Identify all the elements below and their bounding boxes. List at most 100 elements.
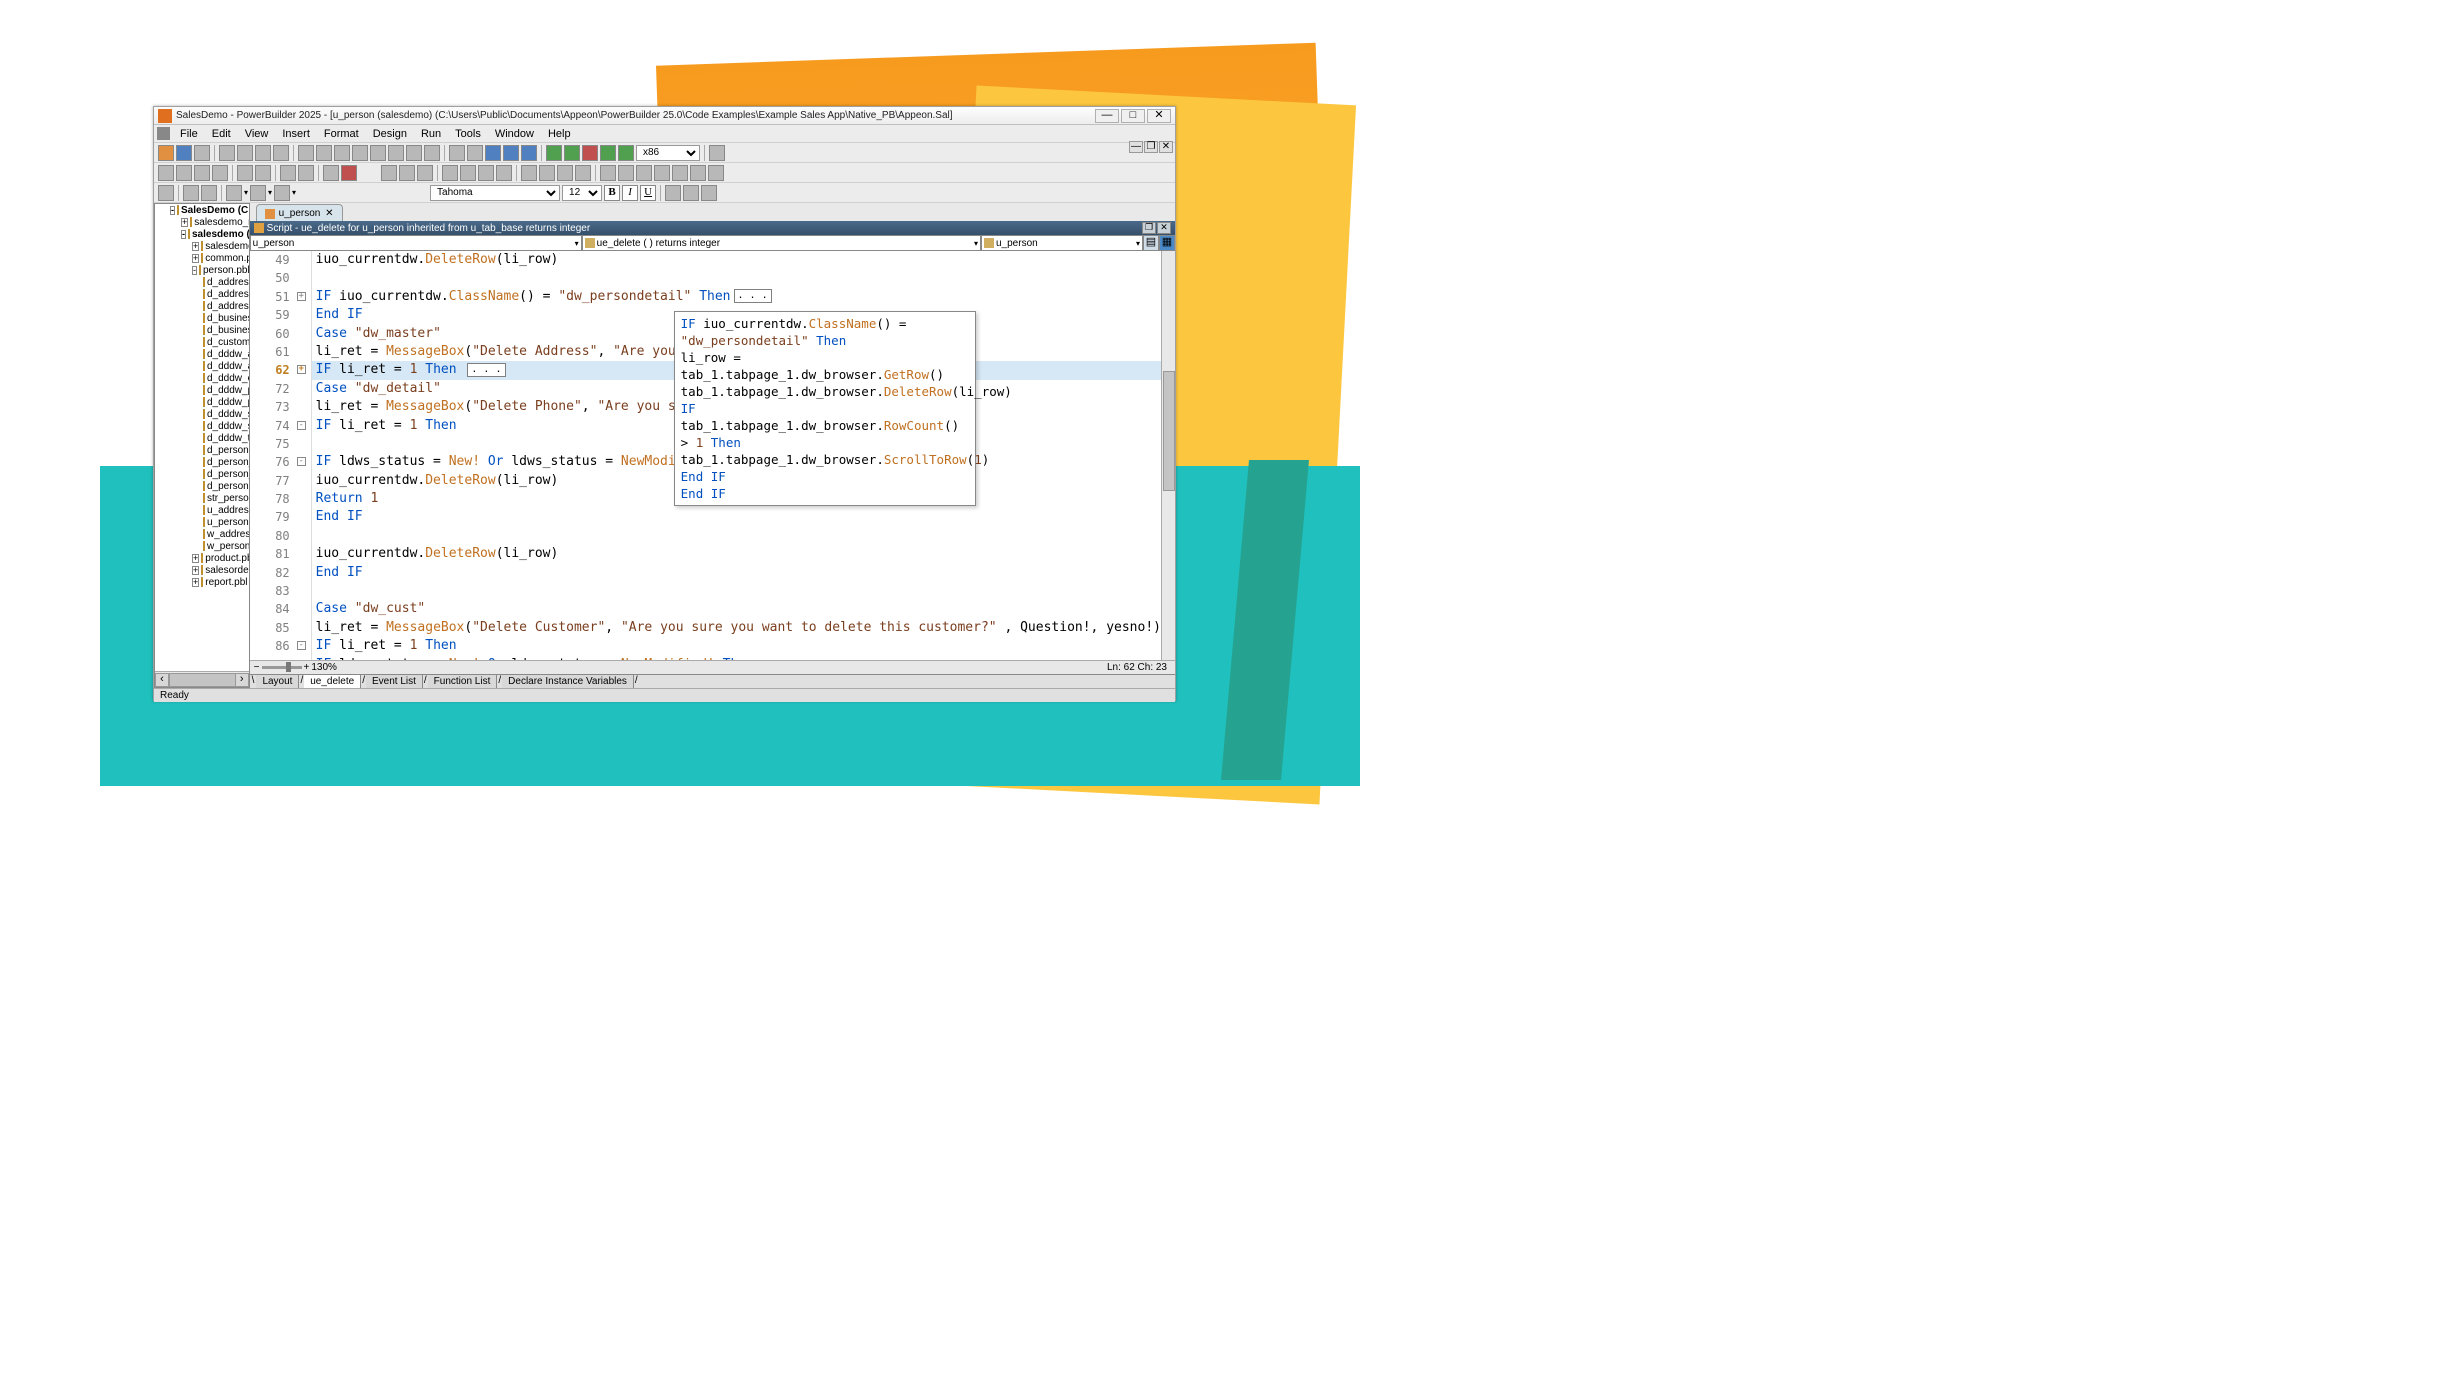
tool-button[interactable] (424, 145, 440, 161)
vscroll-thumb[interactable] (1163, 371, 1175, 491)
tool-button[interactable] (539, 165, 555, 181)
tree-item[interactable]: d_person_list (155, 468, 249, 480)
fold-icon[interactable]: - (297, 641, 306, 650)
tree-item[interactable]: +common.pbl (C:\Users\Public\Documents\A… (155, 252, 249, 264)
tree-item[interactable]: d_dddw_persontype (155, 384, 249, 396)
tool-button[interactable] (255, 145, 271, 161)
fold-icon[interactable]: - (297, 421, 306, 430)
expand-icon[interactable]: - (192, 266, 197, 275)
menu-tools[interactable]: Tools (448, 127, 488, 141)
tool-button[interactable] (381, 165, 397, 181)
debug-button[interactable] (618, 145, 634, 161)
redo-button[interactable] (255, 165, 271, 181)
tool-button[interactable] (176, 165, 192, 181)
tree-item[interactable]: d_businessentity (155, 312, 249, 324)
menu-design[interactable]: Design (366, 127, 414, 141)
undo-button[interactable] (237, 165, 253, 181)
tree-item[interactable]: d_dddw_store (155, 420, 249, 432)
tool-button[interactable] (636, 165, 652, 181)
restore-button[interactable]: ❐ (1142, 222, 1156, 234)
object-combo[interactable]: u_person ▾ (250, 235, 582, 251)
tree-item[interactable]: d_dddw_email (155, 372, 249, 384)
scroll-right-icon[interactable]: › (235, 673, 249, 687)
tool-button[interactable] (158, 185, 174, 201)
child-close-button[interactable]: ✕ (1159, 141, 1173, 153)
tool-button[interactable] (709, 145, 725, 161)
code-line[interactable]: IF li_ret = 1 Then (312, 637, 1161, 655)
tool-button[interactable] (406, 145, 422, 161)
tool-button[interactable] (250, 185, 266, 201)
expand-icon[interactable]: - (181, 230, 186, 239)
code-line[interactable]: iuo_currentdw.DeleteRow(li_row) (312, 251, 1161, 269)
zoom-out-icon[interactable]: − (254, 662, 260, 673)
zoom-slider[interactable] (262, 666, 302, 669)
tool-button[interactable] (417, 165, 433, 181)
font-name-select[interactable]: Tahoma (430, 185, 560, 201)
tool-button[interactable] (557, 165, 573, 181)
menu-edit[interactable]: Edit (205, 127, 238, 141)
expand-icon[interactable]: + (192, 566, 199, 575)
run-button[interactable] (600, 145, 616, 161)
tree-item[interactable]: d_personphone (155, 480, 249, 492)
tree-item[interactable]: d_address (155, 276, 249, 288)
tool-button[interactable] (618, 165, 634, 181)
tree-item[interactable]: w_person (155, 540, 249, 552)
tool-button[interactable] (237, 145, 253, 161)
fold-icon[interactable]: + (297, 292, 306, 301)
tool-button[interactable] (521, 165, 537, 181)
italic-button[interactable]: I (622, 185, 638, 201)
tree-item[interactable]: d_dddw_territory (155, 432, 249, 444)
tool-button[interactable] (226, 185, 242, 201)
tool-button[interactable] (654, 165, 670, 181)
scroll-left-icon[interactable]: ‹ (155, 673, 169, 687)
tree-item[interactable]: +salesorder.pbl (C:\Users\Public\Documen… (155, 564, 249, 576)
tool-button[interactable] (298, 165, 314, 181)
tool-button[interactable] (503, 145, 519, 161)
tool-button[interactable] (274, 185, 290, 201)
code-line[interactable]: IF iuo_currentdw.ClassName() = "dw_perso… (312, 288, 1161, 306)
code-line[interactable] (312, 582, 1161, 600)
code-line[interactable]: iuo_currentdw.DeleteRow(li_row) (312, 545, 1161, 563)
tool-button[interactable] (334, 145, 350, 161)
tool-button[interactable] (672, 165, 688, 181)
bottom-tab-ue_delete[interactable]: ue_delete (304, 675, 361, 688)
tree-item[interactable]: u_address (155, 504, 249, 516)
menu-insert[interactable]: Insert (275, 127, 317, 141)
fold-ellipsis[interactable]: . . . (467, 363, 505, 377)
tree-item[interactable]: d_customer (155, 336, 249, 348)
bottom-tab-layout[interactable]: Layout (256, 675, 299, 688)
maximize-button[interactable]: □ (1121, 109, 1145, 123)
event-combo[interactable]: ue_delete ( ) returns integer ▾ (582, 235, 981, 251)
tool-button[interactable] (478, 165, 494, 181)
code-line[interactable] (312, 269, 1161, 287)
code-line[interactable]: End IF (312, 508, 1161, 526)
child-restore-button[interactable]: ❐ (1144, 141, 1158, 153)
fold-icon[interactable]: - (297, 457, 306, 466)
hscroll-thumb[interactable] (169, 673, 239, 687)
menu-window[interactable]: Window (488, 127, 541, 141)
code-line[interactable]: End IF (312, 564, 1161, 582)
tree-item[interactable]: d_dddw_phonenumbertype (155, 396, 249, 408)
open-button[interactable] (176, 145, 192, 161)
tool-button[interactable] (183, 185, 199, 201)
tool-button[interactable] (690, 165, 706, 181)
underline-button[interactable]: U (640, 185, 656, 201)
tab-u-person[interactable]: u_person ✕ (256, 204, 344, 221)
tool-button[interactable] (496, 165, 512, 181)
fold-ellipsis[interactable]: . . . (734, 289, 772, 303)
system-menu-icon[interactable] (157, 127, 170, 140)
tool-button[interactable] (158, 165, 174, 181)
tree-item[interactable]: d_person_filter (155, 456, 249, 468)
menu-view[interactable]: View (238, 127, 276, 141)
tool-button[interactable] (201, 185, 217, 201)
tool-button[interactable] (323, 165, 339, 181)
tool-button[interactable] (575, 165, 591, 181)
align-left-button[interactable] (665, 185, 681, 201)
tree-item[interactable]: u_person (155, 516, 249, 528)
align-right-button[interactable] (701, 185, 717, 201)
tool-button[interactable] (600, 165, 616, 181)
menu-file[interactable]: File (173, 127, 205, 141)
code-line[interactable]: Case "dw_cust" (312, 600, 1161, 618)
zoom-in-icon[interactable]: + (304, 662, 310, 673)
bold-button[interactable]: B (604, 185, 620, 201)
